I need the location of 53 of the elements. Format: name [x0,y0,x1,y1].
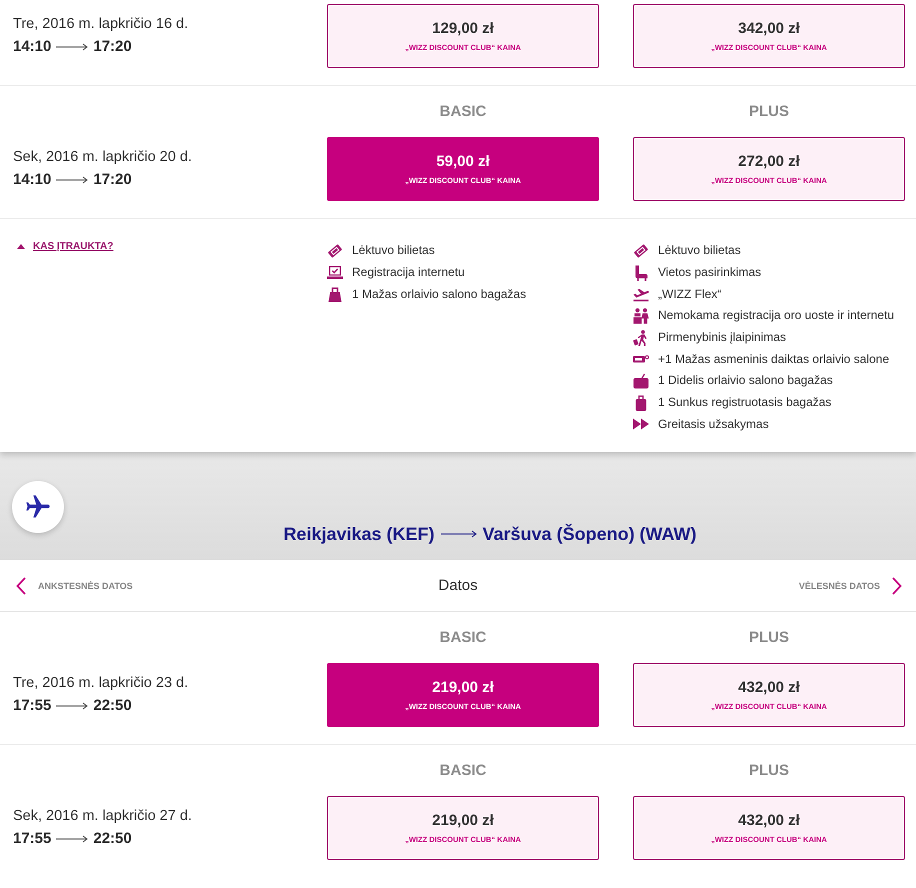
arrow-icon [440,530,477,538]
departure-time: 17:55 [13,830,52,848]
arrow-icon [56,176,88,184]
arrival-time: 17:20 [93,38,132,56]
plane-takeoff-icon [633,286,649,302]
flight-date: Sek, 2016 m. lapkričio 27 d. [13,808,193,826]
feature-text: +1 Mažas asmeninis daiktas orlaivio salone [658,352,890,367]
fare-name: PLUS [748,103,790,121]
fare-name: PLUS [748,629,790,648]
handbag-icon [327,286,343,302]
feature-text: Lėktuvo bilietas [352,243,435,258]
fare-name: PLUS [748,762,790,780]
fare-name: BASIC [438,629,488,648]
flight-date: Tre, 2016 m. lapkričio 16 d. [13,16,190,33]
duffel-bag-icon [633,372,649,389]
fare-name: BASIC [438,103,488,121]
flight-date: Sek, 2016 m. lapkričio 20 d. [13,149,193,166]
departure-time: 17:55 [13,697,52,716]
chevron-left-icon [16,576,26,595]
arrow-icon [56,43,88,51]
destination-city: Varšuva (Šopeno) (WAW) [482,523,697,546]
flight-date: Tre, 2016 m. lapkričio 23 d. [13,675,190,692]
feature-text: „WIZZ Flex“ [658,286,722,302]
feature-text: Lėktuvo bilietas [658,243,741,258]
seat-icon [633,264,649,281]
fast-forward-icon [633,416,649,432]
feature-text: Vietos pasirinkimas [658,265,762,280]
whats-included-toggle[interactable]: KAS ĮTRAUKTA? [13,240,114,253]
suitcase-icon [633,394,649,411]
laptop-check-icon [327,264,343,281]
chevron-right-icon [892,576,902,595]
airplane-icon [12,481,64,534]
feature-text: 1 Didelis orlaivio salono bagažas [658,373,833,388]
arrival-time: 17:20 [93,171,132,189]
dates-title: Datos [438,577,478,594]
arrow-icon [56,702,88,710]
feature-text: Pirmenybinis įlaipinimas [658,330,786,346]
departure-time: 14:10 [13,171,52,189]
fare-name: BASIC [438,762,488,780]
departure-time: 14:10 [13,38,52,56]
feature-text: 1 Sunkus registruotasis bagažas [658,395,832,410]
arrow-icon [56,835,88,844]
arrival-time: 22:50 [93,830,132,848]
walking-person-icon [633,330,649,346]
origin-city: Reikjavikas (KEF) [283,523,435,546]
people-icon [633,308,649,324]
feature-text: Registracija internetu [352,265,465,280]
later-dates-link[interactable]: VĖLESNĖS DATOS [798,576,902,595]
feature-text: Nemokama registracija oro uoste ir internetu [658,308,894,324]
feature-text: 1 Mažas orlaivio salono bagažas [352,286,526,302]
arrival-time: 22:50 [93,697,132,716]
earlier-dates-link[interactable]: ANKSTESNĖS DATOS [16,576,133,595]
feature-text: Greitasis užsakymas [658,416,769,432]
